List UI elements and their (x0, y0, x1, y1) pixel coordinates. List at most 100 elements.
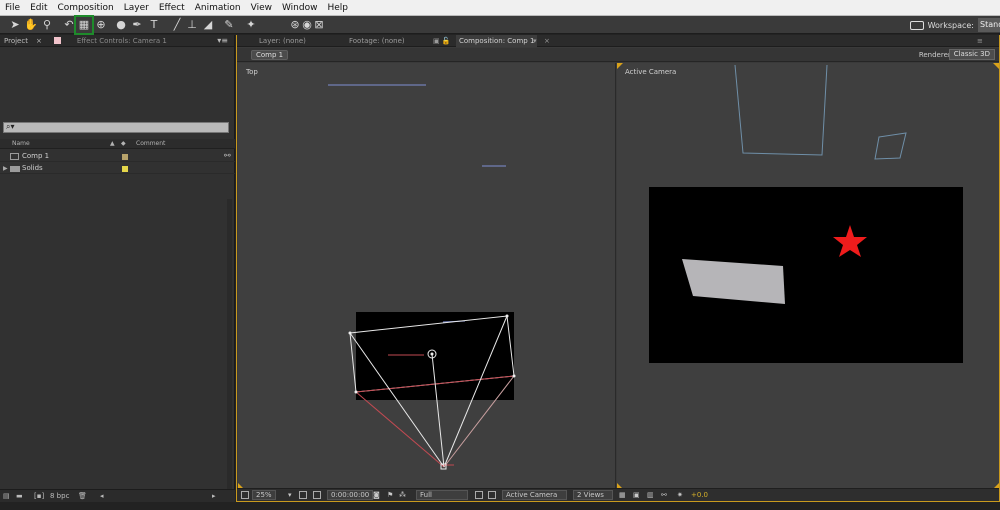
viewer-tabs: Layer: (none) Footage: (none) ▣ 🔓 Compos… (237, 35, 999, 47)
type-tool-icon[interactable]: T (147, 18, 161, 32)
label-color-swatch[interactable] (122, 166, 128, 172)
close-project-tab-icon[interactable]: × (32, 35, 46, 47)
project-item-label: Comp 1 (22, 152, 50, 160)
camera-ray (355, 391, 445, 468)
menu-help[interactable]: Help (322, 0, 353, 16)
menu-composition[interactable]: Composition (53, 0, 119, 16)
project-panel-tabs: Project × Effect Controls: Camera 1 ▾≡ (0, 35, 234, 47)
menu-edit[interactable]: Edit (25, 0, 52, 16)
eraser-tool-icon[interactable]: ◢ (201, 18, 215, 32)
renderer-dropdown[interactable]: Classic 3D (948, 49, 995, 60)
tab-effect-controls[interactable]: Effect Controls: Camera 1 (73, 35, 171, 47)
active-camera-canvas (649, 64, 963, 363)
menu-window[interactable]: Window (277, 0, 323, 16)
fast-previews-icon[interactable]: ▣ (633, 490, 640, 500)
tab-composition-viewer[interactable]: Composition: Comp 1 (456, 35, 538, 47)
title-action-safe-icon[interactable] (299, 491, 307, 499)
menu-view[interactable]: View (246, 0, 277, 16)
exposure-value[interactable]: +0.0 (691, 490, 708, 500)
search-icon: ⌕▾ (6, 122, 15, 131)
close-composition-tab-icon[interactable]: × (544, 35, 550, 47)
hand-tool-icon[interactable]: ✋ (24, 18, 38, 32)
show-snapshot-icon[interactable]: ⚑ (387, 490, 393, 500)
menu-layer[interactable]: Layer (119, 0, 154, 16)
status-bar (0, 502, 1000, 510)
timeline-icon[interactable]: ▥ (647, 490, 654, 500)
viewer-lock-icon[interactable]: ▣ 🔓 (433, 35, 451, 47)
region-of-interest-icon[interactable] (475, 491, 483, 499)
label-color-swatch[interactable] (122, 154, 128, 160)
view-axis-icon[interactable]: ⊠ (312, 18, 326, 32)
unified-camera-tool-icon[interactable]: ▦ (74, 15, 94, 35)
new-composition-icon[interactable]: [▪] (34, 490, 44, 502)
menu-animation[interactable]: Animation (190, 0, 246, 16)
roto-brush-tool-icon[interactable]: ✎ (222, 18, 236, 32)
brush-tool-icon[interactable]: ╱ (170, 18, 184, 32)
frustum-corner (512, 374, 516, 378)
label-column-icon[interactable]: ◆ (121, 140, 126, 147)
always-preview-icon[interactable] (241, 491, 249, 499)
viewer-controls: 25% ▾ 0:00:00:00 ◙ ⚑ ⁂ Full Active Camer… (237, 488, 999, 501)
flowchart-icon[interactable]: ⚯ (661, 490, 667, 500)
selection-tool-icon[interactable]: ➤ (8, 18, 22, 32)
scroll-left-icon[interactable]: ◂ (100, 490, 104, 502)
clone-stamp-tool-icon[interactable]: ⊥ (185, 18, 199, 32)
project-scrollbar[interactable] (227, 199, 232, 510)
composition-subbar: Comp 1 Renderer: Classic 3D (237, 48, 999, 62)
toggle-pixel-aspect-icon[interactable]: ▦ (619, 490, 626, 500)
pan-behind-tool-icon[interactable]: ⊕ (94, 18, 108, 32)
3d-view-dropdown[interactable]: Active Camera (502, 490, 567, 500)
frustum-corner (354, 390, 358, 394)
project-item-solids[interactable]: ▶ Solids (0, 163, 235, 174)
magnification-dropdown[interactable]: 25% (252, 490, 276, 500)
channel-icon[interactable]: ⁂ (399, 490, 406, 500)
point-of-interest-center (430, 352, 434, 356)
panel-menu-icon[interactable]: ▾≡ (217, 35, 228, 47)
scroll-right-icon[interactable]: ▸ (212, 490, 216, 502)
frustum-corner (348, 331, 352, 335)
sort-arrow-icon: ▲ (110, 140, 115, 147)
expand-triangle-icon[interactable]: ▶ (3, 163, 8, 174)
interpret-footage-icon[interactable]: ▤ (3, 490, 10, 502)
menu-bar: File Edit Composition Layer Effect Anima… (0, 0, 1000, 16)
column-name[interactable]: Name (12, 140, 30, 147)
mask-visibility-icon[interactable] (313, 491, 321, 499)
new-folder-icon[interactable]: ▬ (16, 490, 23, 502)
workspace-icon (909, 20, 924, 30)
camera-layer-outline (874, 132, 907, 160)
trash-icon[interactable]: 🗑 (78, 490, 87, 502)
column-comment[interactable]: Comment (136, 140, 165, 147)
viewport-active-camera[interactable]: Active Camera (617, 63, 999, 489)
project-footer: ▤ ▬ [▪] 8 bpc 🗑 ◂ ▸ (0, 489, 235, 502)
tab-project[interactable]: Project (0, 35, 32, 47)
project-search-input[interactable]: ⌕▾ (3, 122, 229, 133)
composition-dropdown-icon[interactable]: ▾ (533, 35, 537, 47)
zoom-tool-icon[interactable]: ⚲ (40, 18, 54, 32)
workspace-dropdown[interactable]: Standard (978, 18, 1000, 32)
current-time-field[interactable]: 0:00:00:00 (327, 490, 374, 500)
resolution-dropdown[interactable]: Full (416, 490, 468, 500)
flowchart-icon[interactable]: ⚯ (224, 151, 231, 160)
viewer-menu-icon[interactable]: ≡ (977, 35, 983, 47)
exposure-icon[interactable]: ✷ (677, 490, 683, 500)
workspace-label: Workspace: (927, 20, 974, 30)
viewport-top[interactable]: Top (238, 63, 616, 489)
snapshot-icon[interactable]: ◙ (373, 490, 380, 500)
project-item-label: Solids (22, 164, 43, 172)
view-layout-dropdown[interactable]: 2 Views (573, 490, 613, 500)
pen-tool-icon[interactable]: ✒ (130, 18, 144, 32)
frustum-corner (505, 314, 509, 318)
mask-tool-icon[interactable]: ● (114, 18, 128, 32)
bit-depth-label[interactable]: 8 bpc (50, 490, 69, 502)
workspace-switcher: Workspace: Standard (909, 17, 1000, 33)
project-item-comp-1[interactable]: Comp 1 (0, 151, 235, 162)
menu-file[interactable]: File (0, 0, 25, 16)
rotate-tool-icon[interactable]: ↶ (62, 18, 76, 32)
tab-layer-viewer[interactable]: Layer: (none) (259, 35, 306, 47)
comp-navigator-button[interactable]: Comp 1 (251, 50, 289, 60)
composition-icon (10, 153, 19, 160)
menu-effect[interactable]: Effect (154, 0, 190, 16)
puppet-pin-tool-icon[interactable]: ✦ (244, 18, 258, 32)
tab-footage-viewer[interactable]: Footage: (none) (349, 35, 405, 47)
transparency-grid-icon[interactable] (488, 491, 496, 499)
